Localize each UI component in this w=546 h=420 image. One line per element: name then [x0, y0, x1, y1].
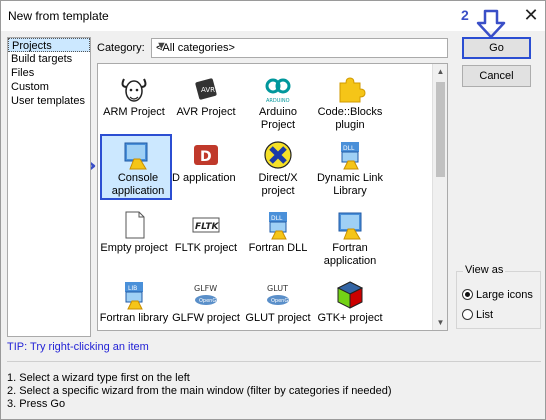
wizard-type-custom[interactable]: Custom [8, 80, 90, 94]
template-label: Dynamic Link Library [316, 172, 384, 197]
template-dynamic-link-library[interactable]: DLL Dynamic Link Library [314, 134, 386, 200]
template-fortran-library[interactable]: LIB Fortran library [98, 274, 170, 330]
template-label: GLFW project [172, 312, 240, 324]
svg-text:LIB: LIB [128, 285, 137, 292]
template-fortran-application[interactable]: Fortran application [314, 204, 386, 270]
step-2-marker: 2 [461, 7, 469, 23]
help-line: 2. Select a specific wizard from the mai… [7, 385, 392, 397]
template-fltk-project[interactable]: FLTK FLTK project [170, 204, 242, 270]
arduino-icon: ARDUINO [265, 78, 291, 104]
template-label: Direct/X project [258, 172, 298, 197]
help-line: 1. Select a wizard type first on the lef… [7, 372, 190, 384]
fltk-icon: FLTK [192, 217, 220, 233]
template-fortran-dll[interactable]: DLL Fortran DLL [242, 204, 314, 270]
template-grid: ARM Project AVR AVR Project ARDUINO Ardu… [97, 63, 448, 331]
view-as-group: View as Large icons List [456, 264, 541, 329]
template-label: GTK+ project [317, 312, 383, 324]
template-grid-scrollbar[interactable]: ▲ ▼ [432, 64, 447, 330]
help-instructions: 1. Select a wizard type first on the lef… [7, 372, 392, 411]
d-lang-icon: D [194, 145, 218, 165]
template-console-application[interactable]: Console application [100, 134, 172, 200]
radio-checked-icon[interactable] [462, 289, 473, 300]
wizard-type-build-targets[interactable]: Build targets [8, 52, 90, 66]
cancel-button[interactable]: Cancel [462, 65, 531, 87]
tip-text: TIP: Try right-clicking an item [7, 341, 149, 353]
svg-text:GLUT: GLUT [267, 284, 288, 293]
close-icon[interactable]: ✕ [520, 4, 542, 26]
category-label: Category: [97, 42, 145, 54]
list-radio[interactable]: List [462, 309, 493, 321]
template-label: ARM Project [103, 106, 165, 118]
template-label: Fortran DLL [248, 242, 308, 254]
template-label: AVR Project [176, 106, 236, 118]
svg-text:GLFW: GLFW [194, 284, 217, 293]
wizard-type-user-templates[interactable]: User templates [8, 94, 90, 108]
svg-text:ARDUINO: ARDUINO [266, 98, 290, 104]
gnu-icon [121, 78, 147, 102]
list-label: List [476, 309, 494, 321]
glfw-icon: GLFW OpenGL [194, 284, 219, 305]
template-directx-project[interactable]: Direct/X project [242, 134, 314, 200]
svg-text:AVR: AVR [201, 86, 215, 94]
dll-icon: DLL [341, 142, 359, 170]
template-glut-project[interactable]: GLUT OpenGL GLUT project [242, 274, 314, 330]
step-2-arrow-icon [476, 9, 506, 39]
window-title: New from template [8, 9, 109, 23]
large-icons-radio[interactable]: Large icons [462, 289, 533, 301]
template-arduino-project[interactable]: ARDUINO Arduino Project [242, 68, 314, 134]
template-arm-project[interactable]: ARM Project [98, 68, 170, 134]
wizard-type-projects[interactable]: Projects [8, 38, 90, 52]
divider [7, 361, 541, 362]
template-label: FLTK project [174, 242, 238, 254]
category-dropdown[interactable]: <All categories> ▼ [151, 38, 448, 58]
large-icons-label: Large icons [476, 289, 533, 301]
dll-icon: DLL [269, 212, 287, 240]
template-label: Console application [111, 172, 165, 197]
svg-text:DLL: DLL [343, 145, 355, 152]
svg-text:OpenGL: OpenGL [271, 298, 291, 304]
template-label: GLUT project [245, 312, 311, 324]
directx-icon [264, 141, 292, 169]
svg-text:DLL: DLL [271, 215, 283, 222]
puzzle-piece-icon [339, 77, 366, 103]
svg-text:FLTK: FLTK [195, 222, 220, 232]
scroll-up-icon[interactable]: ▲ [433, 64, 447, 79]
console-app-icon [338, 212, 362, 240]
template-label: Fortran library [99, 312, 169, 324]
glut-icon: GLUT OpenGL [267, 284, 291, 305]
template-label: Arduino Project [259, 106, 297, 131]
console-app-icon [124, 142, 148, 170]
svg-text:D: D [200, 149, 212, 165]
view-as-legend: View as [463, 264, 506, 276]
new-from-template-dialog: New from template ✕ 2 1 Projects Build t… [0, 0, 546, 420]
help-line: 3. Press Go [7, 398, 66, 410]
wizard-type-list: Projects Build targets Files Custom User… [7, 37, 91, 337]
empty-page-icon [125, 211, 145, 239]
template-label: Fortran application [323, 242, 377, 267]
template-empty-project[interactable]: Empty project [98, 204, 170, 270]
gtk-icon [336, 281, 364, 309]
wizard-type-files[interactable]: Files [8, 66, 90, 80]
go-button[interactable]: Go [462, 37, 531, 59]
template-label: Code::Blocks plugin [317, 106, 383, 131]
chevron-down-icon[interactable]: ▼ [156, 40, 443, 52]
radio-unchecked-icon[interactable] [462, 309, 473, 320]
avr-chip-icon: AVR [195, 78, 217, 100]
template-gtk-project[interactable]: GTK+ project [314, 274, 386, 330]
template-label: Empty project [100, 242, 168, 254]
svg-text:OpenGL: OpenGL [199, 298, 219, 304]
template-glfw-project[interactable]: GLFW OpenGL GLFW project [170, 274, 242, 330]
template-codeblocks-plugin[interactable]: Code::Blocks plugin [314, 68, 386, 134]
template-d-application[interactable]: D D application [170, 134, 242, 200]
template-avr-project[interactable]: AVR AVR Project [170, 68, 242, 134]
lib-icon: LIB [125, 282, 143, 310]
template-label: D application [172, 172, 236, 184]
scroll-thumb[interactable] [436, 82, 445, 177]
scroll-down-icon[interactable]: ▼ [433, 315, 447, 330]
